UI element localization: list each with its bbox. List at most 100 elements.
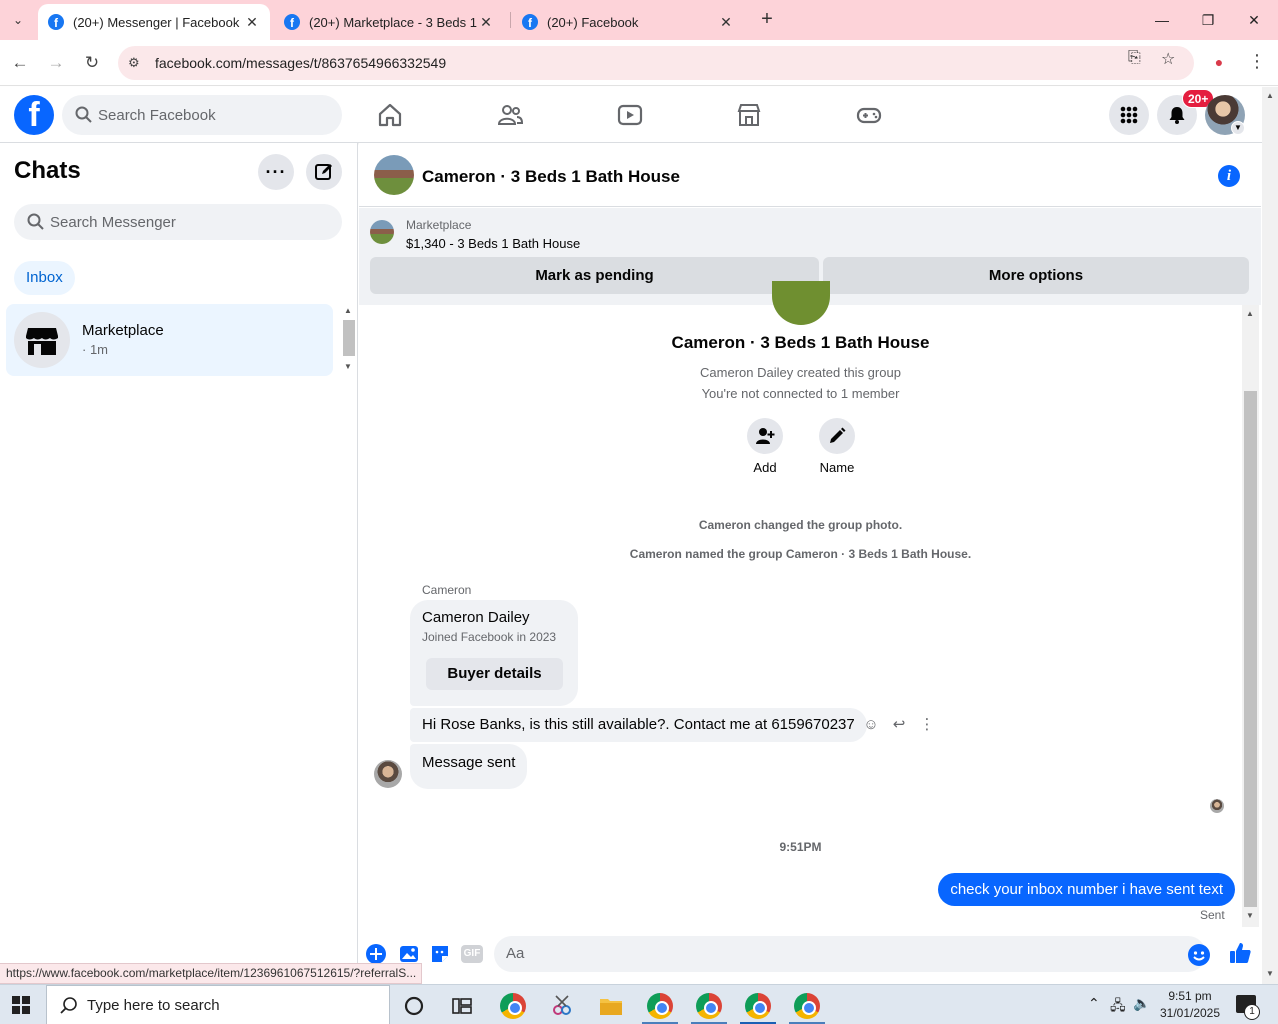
close-tab-icon[interactable]: ✕ — [718, 14, 734, 31]
chrome-profile-1-icon[interactable] — [647, 993, 673, 1019]
file-explorer-icon[interactable] — [598, 993, 624, 1019]
scroll-thumb[interactable] — [343, 320, 355, 356]
message-sent-bubble[interactable]: Message sent — [410, 744, 528, 789]
chrome-profile-2-icon[interactable] — [696, 993, 722, 1019]
group-avatar[interactable] — [374, 155, 414, 195]
scroll-up-icon[interactable]: ▲ — [1266, 91, 1274, 100]
sticker-icon[interactable] — [429, 943, 451, 965]
more-vertical-icon[interactable]: ⋮ — [917, 715, 937, 735]
tab-facebook[interactable]: f (20+) Facebook ✕ — [512, 4, 744, 40]
scroll-up-icon[interactable]: ▲ — [344, 306, 352, 315]
bookmark-star-icon[interactable]: ☆ — [1161, 49, 1175, 69]
scroll-up-icon[interactable]: ▲ — [1246, 309, 1254, 318]
conversation-scrollbar[interactable]: ▲ ▼ — [1242, 305, 1259, 927]
marketplace-avatar — [14, 312, 70, 368]
chat-options-button[interactable]: ··· — [258, 154, 294, 190]
facebook-logo[interactable]: f — [14, 95, 54, 135]
taskbar-search-input[interactable]: Type here to search — [46, 985, 390, 1024]
message-input[interactable]: Aa — [494, 936, 1206, 972]
install-app-icon[interactable]: ⎘ — [1128, 49, 1141, 67]
tab-separator — [510, 12, 511, 28]
tab-marketplace[interactable]: f (20+) Marketplace - 3 Beds 1 Bath Hous… — [274, 4, 504, 40]
group-photo — [772, 281, 830, 325]
inbox-filter-tab[interactable]: Inbox — [14, 261, 75, 295]
add-person-icon — [756, 428, 775, 444]
chrome-profile-icon[interactable]: ● — [1209, 52, 1229, 72]
site-settings-icon[interactable]: ⚙ — [128, 55, 140, 71]
group-connection-info: You're not connected to 1 member — [701, 386, 900, 401]
page-scrollbar[interactable]: ▲ ▼ — [1262, 87, 1278, 984]
facebook-search-input[interactable]: Search Facebook — [62, 95, 342, 135]
mark-as-pending-button[interactable]: Mark as pending — [370, 257, 819, 294]
tab-messenger[interactable]: f (20+) Messenger | Facebook ✕ — [38, 4, 270, 40]
add-member-button[interactable]: Add — [735, 418, 795, 475]
close-tab-icon[interactable]: ✕ — [478, 14, 494, 31]
chrome-profile-4-icon[interactable] — [794, 993, 820, 1019]
emoji-icon[interactable] — [1188, 944, 1210, 966]
group-created-by: Cameron Dailey created this group — [700, 365, 901, 380]
scroll-down-icon[interactable]: ▼ — [1266, 969, 1274, 978]
reply-icon[interactable]: ↩ — [889, 715, 909, 735]
back-icon[interactable]: ← — [8, 51, 32, 75]
system-message: Cameron named the group Cameron · 3 Beds… — [629, 547, 972, 561]
new-tab-icon[interactable]: + — [756, 8, 778, 30]
scroll-thumb[interactable] — [1244, 391, 1257, 907]
tab-title: (20+) Messenger | Facebook — [73, 14, 240, 30]
buyer-profile-card: Cameron Dailey Joined Facebook in 2023 B… — [410, 600, 578, 706]
scroll-down-icon[interactable]: ▼ — [1246, 911, 1254, 920]
chrome-profile-3-icon[interactable] — [745, 993, 771, 1019]
plus-circle-icon[interactable] — [365, 943, 387, 965]
menu-grid-button[interactable] — [1109, 95, 1149, 135]
browser-tab-bar: ⌄ f (20+) Messenger | Facebook ✕ f (20+)… — [0, 0, 1278, 40]
url-field[interactable]: ⚙ facebook.com/messages/t/86376549663325… — [118, 46, 1194, 80]
conversation-panel: Cameron · 3 Beds 1 Bath House i Marketpl… — [359, 143, 1278, 981]
name-label: Name — [819, 460, 855, 475]
snipping-tool-icon[interactable] — [549, 993, 575, 1019]
friends-icon[interactable] — [496, 101, 524, 129]
minimize-icon[interactable]: — — [1150, 8, 1174, 32]
info-icon[interactable]: i — [1218, 165, 1240, 187]
listing-thumbnail[interactable] — [370, 220, 394, 244]
taskbar-clock[interactable]: 9:51 pm 31/01/2025 — [1158, 988, 1222, 1022]
task-view-icon[interactable] — [449, 993, 475, 1019]
show-hidden-icons-chevron-icon[interactable]: ⌃ — [1088, 995, 1100, 1012]
sidebar-scrollbar[interactable]: ▲ ▼ — [341, 304, 357, 376]
photo-icon[interactable] — [398, 943, 420, 965]
forward-icon[interactable]: → — [44, 51, 68, 75]
listing-price-title[interactable]: $1,340 - 3 Beds 1 Bath House — [406, 236, 580, 251]
windows-start-icon[interactable] — [12, 996, 30, 1014]
volume-icon[interactable]: 🔈 — [1133, 995, 1150, 1012]
marketplace-icon[interactable] — [735, 101, 763, 129]
home-icon[interactable] — [376, 101, 404, 129]
more-options-button[interactable]: More options — [823, 257, 1249, 294]
gaming-icon[interactable] — [855, 101, 883, 129]
thumbs-up-icon[interactable] — [1228, 941, 1252, 965]
network-icon[interactable]: 🖧 — [1110, 995, 1126, 1019]
gif-icon[interactable]: GIF — [461, 945, 483, 963]
conversation-header: Cameron · 3 Beds 1 Bath House i — [359, 143, 1261, 207]
reload-icon[interactable]: ↻ — [80, 51, 104, 75]
conversation-title[interactable]: Cameron · 3 Beds 1 Bath House — [422, 167, 680, 187]
browser-menu-icon[interactable]: ⋮ — [1248, 51, 1266, 72]
new-message-button[interactable] — [306, 154, 342, 190]
restore-icon[interactable]: ❐ — [1196, 8, 1220, 32]
scroll-down-icon[interactable]: ▼ — [344, 362, 352, 371]
sender-avatar[interactable] — [374, 760, 402, 788]
name-group-button[interactable]: Name — [807, 418, 867, 475]
group-name: Cameron · 3 Beds 1 Bath House — [671, 333, 930, 352]
messenger-search-input[interactable]: Search Messenger — [14, 204, 342, 240]
chrome-icon[interactable] — [500, 993, 526, 1019]
chevron-down-icon[interactable]: ▼ — [1231, 121, 1245, 135]
tab-search-chevron-icon[interactable]: ⌄ — [6, 8, 30, 32]
close-tab-icon[interactable]: ✕ — [244, 14, 260, 31]
cortana-icon[interactable] — [401, 993, 427, 1019]
chat-list-item[interactable]: Marketplace · 1m — [6, 304, 333, 376]
window-close-icon[interactable]: ✕ — [1242, 8, 1266, 32]
outgoing-message-bubble[interactable]: check your inbox number i have sent text — [938, 873, 1235, 906]
address-bar-row: ← → ↻ ⚙ facebook.com/messages/t/86376549… — [0, 40, 1278, 86]
react-emoji-icon[interactable]: ☺ — [861, 715, 881, 735]
incoming-message-bubble[interactable]: Hi Rose Banks, is this still available?.… — [410, 708, 867, 742]
pencil-icon — [830, 427, 846, 443]
watch-icon[interactable] — [616, 101, 644, 129]
buyer-details-button[interactable]: Buyer details — [426, 658, 563, 690]
